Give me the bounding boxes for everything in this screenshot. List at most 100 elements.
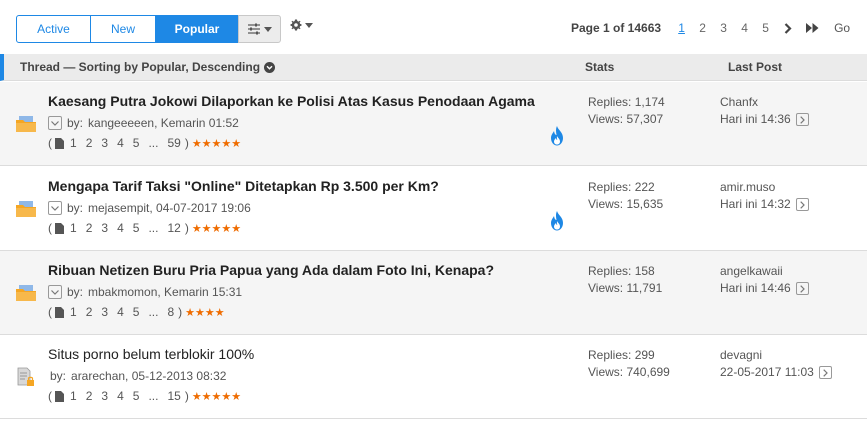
page-link-3[interactable]: 3 [713,21,734,35]
fire-icon [551,211,563,231]
replies-count: Replies: 158 [588,264,655,278]
thread-page-link[interactable]: 5 [133,389,140,403]
thread-page-link[interactable]: 5 [133,221,140,235]
hot-thread-folder-icon [16,116,36,132]
ellipsis: ... [148,221,159,235]
last-post-user[interactable]: Chanfx [720,94,809,111]
document-icon [55,222,64,234]
thread-page-link[interactable]: 2 [86,221,93,235]
next-page-button[interactable] [776,22,800,34]
thread-page-link[interactable]: 3 [101,136,108,150]
thread-column-label: Thread — Sorting by Popular, Descending [20,60,261,74]
chevron-down-icon [51,120,59,126]
by-label: by: [67,285,84,299]
thread-page-link[interactable]: 4 [117,305,124,319]
thread-stats: Replies: 1,174 Views: 57,307 [588,94,665,128]
page-link-5[interactable]: 5 [755,21,776,35]
thread-preview-toggle[interactable] [48,285,62,299]
thread-preview-toggle[interactable] [48,201,62,215]
chevron-down-icon [51,289,59,295]
chevron-right-icon [799,284,805,293]
last-post-time: Hari ini 14:36 [720,112,791,126]
thread-page-link[interactable]: 1 [70,389,77,403]
thread-row: Ribuan Netizen Buru Pria Papua yang Ada … [0,251,867,335]
rating-stars: ★★★★★ [191,390,242,403]
rating-stars: ★★★★★ [191,222,242,235]
gear-icon [290,19,302,31]
page-info: Page 1 of 14663 [571,21,662,35]
last-page-button[interactable] [800,23,824,33]
thread-title[interactable]: Situs porno belum terblokir 100% [48,346,254,362]
views-count: Views: 15,635 [588,197,664,211]
by-label: by: [67,201,84,215]
document-icon [55,137,64,149]
thread-pages: ( 1 2 3 4 5 ... 12 ) ★★★★★ [48,221,242,235]
thread-page-link[interactable]: 2 [86,389,93,403]
thread-title[interactable]: Ribuan Netizen Buru Pria Papua yang Ada … [48,262,494,278]
thread-last-page-link[interactable]: 8 [167,305,174,319]
thread-page-link[interactable]: 2 [86,136,93,150]
thread-page-link[interactable]: 1 [70,136,77,150]
thread-pages: ( 1 2 3 4 5 ... 59 ) ★★★★★ [48,136,242,150]
hot-thread-folder-icon [16,285,36,301]
thread-page-link[interactable]: 1 [70,221,77,235]
views-count: Views: 740,699 [588,365,670,379]
tab-popular[interactable]: Popular [155,15,239,43]
thread-page-link[interactable]: 1 [70,305,77,319]
thread-page-link[interactable]: 4 [117,221,124,235]
thread-last-page-link[interactable]: 15 [167,389,180,403]
thread-last-page-link[interactable]: 59 [167,136,180,150]
last-post-user[interactable]: amir.muso [720,179,809,196]
page-link-4[interactable]: 4 [734,21,755,35]
pagination: Page 1 of 14663 1 2 3 4 5 Go [571,21,850,35]
fire-icon [551,126,563,146]
last-post: Chanfx Hari ini 14:36 [720,94,809,128]
thread-page-link[interactable]: 5 [133,305,140,319]
thread-stats: Replies: 158 Views: 11,791 [588,263,662,297]
replies-count: Replies: 222 [588,180,655,194]
go-to-last-post-button[interactable] [795,282,809,295]
last-post-user[interactable]: devagni [720,347,832,364]
thread-preview-toggle[interactable] [48,116,62,130]
author-and-time[interactable]: mbakmomon, Kemarin 15:31 [88,285,242,299]
thread-last-page-link[interactable]: 12 [167,221,180,235]
sliders-icon [248,23,260,35]
thread-page-link[interactable]: 4 [117,389,124,403]
ellipsis: ... [148,305,159,319]
chevron-down-icon [51,205,59,211]
thread-page-link[interactable]: 4 [117,136,124,150]
page-link-1[interactable]: 1 [671,21,692,35]
tab-active[interactable]: Active [16,15,91,43]
last-post-user[interactable]: angelkawaii [720,263,809,280]
thread-page-link[interactable]: 3 [101,221,108,235]
chevron-right-icon [799,200,805,209]
go-to-last-post-button[interactable] [795,113,809,126]
go-to-last-post-button[interactable] [795,198,809,211]
last-post-column-label: Last Post [728,60,783,74]
page-link-2[interactable]: 2 [692,21,713,35]
chevron-right-icon [823,368,828,377]
tab-new[interactable]: New [90,15,156,43]
caret-down-icon [305,22,313,28]
thread-page-link[interactable]: 2 [86,305,93,319]
views-count: Views: 57,307 [588,112,664,126]
thread-title[interactable]: Mengapa Tarif Taksi "Online" Ditetapkan … [48,178,439,194]
last-post: amir.muso Hari ini 14:32 [720,179,809,213]
author-and-time[interactable]: ararechan, 05-12-2013 08:32 [71,369,226,383]
thread-page-link[interactable]: 3 [101,389,108,403]
thread-title[interactable]: Kaesang Putra Jokowi Dilaporkan ke Polis… [48,93,535,109]
go-button[interactable]: Go [834,21,850,35]
thread-row: Situs porno belum terblokir 100% by: ara… [0,335,867,419]
author-and-time[interactable]: kangeeeeen, Kemarin 01:52 [88,116,239,130]
thread-row: Mengapa Tarif Taksi "Online" Ditetapkan … [0,167,867,251]
thread-page-link[interactable]: 3 [101,305,108,319]
settings-dropdown-button[interactable] [290,19,313,31]
go-to-last-post-button[interactable] [818,366,832,379]
thread-list-header: Thread — Sorting by Popular, Descending … [0,54,867,81]
sort-tabs: Active New Popular [16,15,281,43]
thread-page-link[interactable]: 5 [133,136,140,150]
author-and-time[interactable]: mejasempit, 04-07-2017 19:06 [88,201,251,215]
thread-sort-header[interactable]: Thread — Sorting by Popular, Descending [20,60,276,74]
thread-stats: Replies: 299 Views: 740,699 [588,347,670,381]
filter-dropdown-button[interactable] [238,15,281,43]
